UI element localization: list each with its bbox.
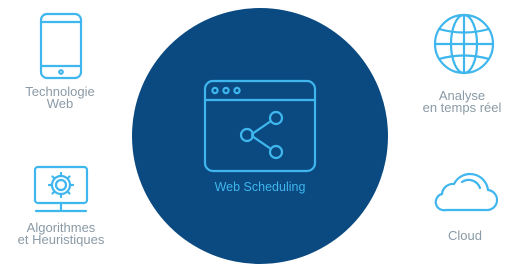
feature-label-technologie-web: Technologie Web bbox=[25, 84, 95, 111]
feature-label-algorithmes: Algorithmes et Heuristiques bbox=[17, 220, 105, 247]
monitor-gear-icon bbox=[32, 164, 90, 216]
smartphone-icon bbox=[38, 12, 84, 80]
feature-label-analyse: Analyse en temps réel bbox=[422, 88, 502, 115]
cloud-icon bbox=[432, 170, 498, 214]
feature-label-cloud: Cloud bbox=[448, 228, 482, 243]
globe-icon bbox=[432, 12, 496, 76]
center-label: Web Scheduling bbox=[214, 180, 306, 194]
browser-share-icon bbox=[202, 78, 318, 174]
